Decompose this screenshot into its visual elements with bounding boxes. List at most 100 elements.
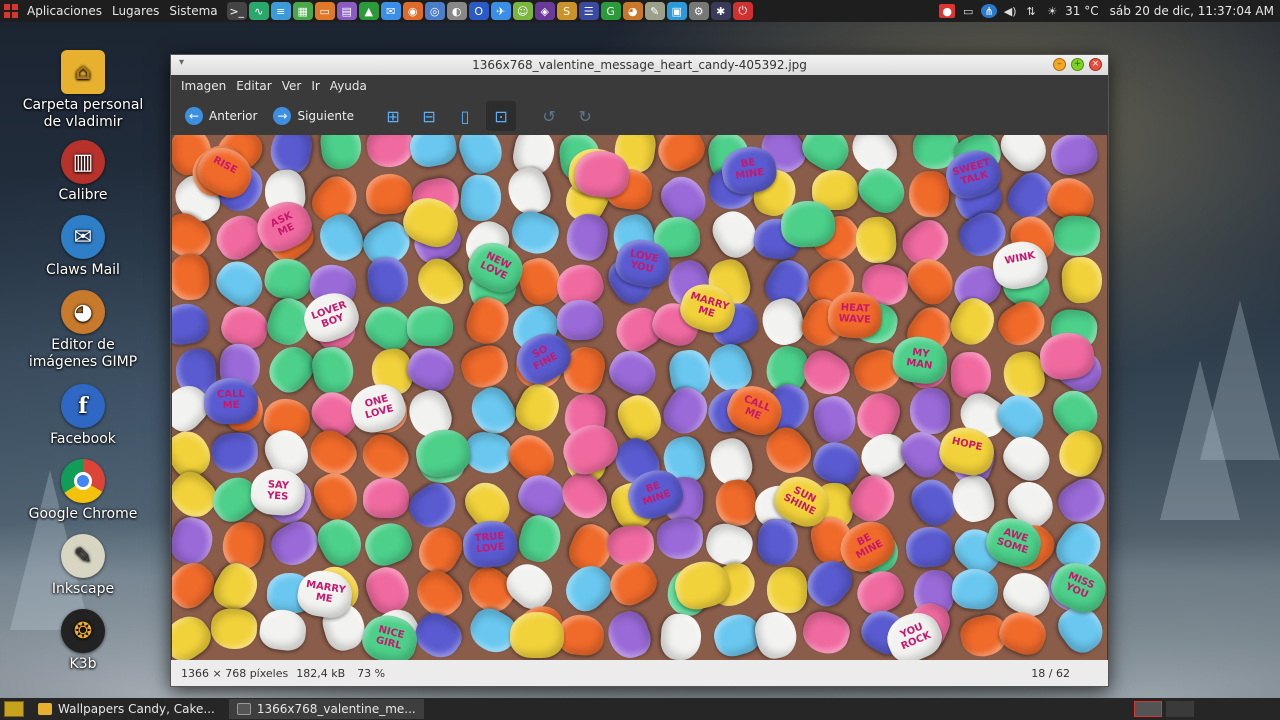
- temperature[interactable]: 31 °C: [1065, 4, 1098, 18]
- candy-heart: [172, 252, 211, 301]
- inkscape-icon[interactable]: ✎: [644, 2, 665, 20]
- show-desktop-icon[interactable]: [4, 701, 24, 717]
- firefox-icon[interactable]: ◉: [402, 2, 423, 20]
- desktop-icon-calibre[interactable]: ▥ Calibre: [18, 140, 148, 204]
- menu-ir[interactable]: Ir: [306, 79, 324, 93]
- record-icon[interactable]: ●: [939, 4, 956, 18]
- zoom-in-button[interactable]: ⊞: [378, 101, 408, 131]
- pidgin-icon[interactable]: ☺: [512, 2, 533, 20]
- zoom-out-button[interactable]: ⊟: [414, 101, 444, 131]
- display-icon[interactable]: ▭: [960, 4, 976, 18]
- tools-icon[interactable]: ✱: [710, 2, 731, 20]
- desktop-icon-google-chrome[interactable]: Google Chrome: [18, 459, 148, 523]
- screenshot-icon[interactable]: ▣: [666, 2, 687, 20]
- candy-heart: [808, 436, 866, 490]
- terminal-icon[interactable]: >_: [226, 2, 247, 20]
- desktop-icon-inkscape[interactable]: ✎ Inkscape: [18, 534, 148, 598]
- candy-heart: [766, 566, 807, 613]
- menu-ayuda[interactable]: Ayuda: [325, 79, 372, 93]
- presentation-icon[interactable]: ▭: [314, 2, 335, 20]
- candy-heart: [853, 216, 898, 265]
- claws-mail-icon: ✉: [61, 215, 105, 259]
- power-icon[interactable]: ⏻: [732, 2, 753, 20]
- document-icon[interactable]: ▤: [336, 2, 357, 20]
- gimp-icon[interactable]: ◕: [622, 2, 643, 20]
- mail-client-icon[interactable]: ✉: [380, 2, 401, 20]
- system-monitor-icon[interactable]: ∿: [248, 2, 269, 20]
- spreadsheet-icon[interactable]: ▦: [292, 2, 313, 20]
- candy-heart: [556, 299, 604, 341]
- g-app-icon[interactable]: G: [600, 2, 621, 20]
- image-canvas[interactable]: WILD LIFECALL MESWEET TALKASK MELOVE YOU…: [172, 135, 1107, 660]
- network-icon[interactable]: ⋔: [981, 4, 998, 18]
- settings-icon[interactable]: ⚙: [688, 2, 709, 20]
- normal-size-icon: ▯: [460, 106, 470, 126]
- browser-icon[interactable]: ◐: [446, 2, 467, 20]
- candy-heart: [365, 135, 415, 169]
- desktop-icon-label: Claws Mail: [46, 262, 120, 278]
- weather-icon[interactable]: ☀: [1044, 4, 1060, 18]
- image-file-size: 182,4 kB: [296, 666, 346, 680]
- window-menu-icon[interactable]: ▾: [179, 57, 184, 68]
- minimize-button[interactable]: –: [1053, 58, 1066, 71]
- window-titlebar[interactable]: ▾ 1366x768_valentine_message_heart_candy…: [171, 55, 1108, 75]
- purple-app-icon[interactable]: ◈: [534, 2, 555, 20]
- desktop-icon-claws-mail[interactable]: ✉ Claws Mail: [18, 215, 148, 279]
- desktop-icon-label: Calibre: [58, 187, 108, 203]
- facebook-icon: f: [61, 384, 105, 428]
- clock[interactable]: sáb 20 de dic, 11:37:04 AM: [1110, 4, 1274, 18]
- drive-icon[interactable]: ▲: [358, 2, 379, 20]
- zoom-in-icon: ⊞: [386, 106, 400, 126]
- transfer-icon[interactable]: ⇅: [1023, 4, 1039, 18]
- menu-imagen[interactable]: Imagen: [176, 79, 231, 93]
- candy-heart: [993, 606, 1052, 660]
- candy-heart: [459, 173, 503, 223]
- desktop-icon-gimp[interactable]: ◕ Editor de imágenes GIMP: [18, 290, 148, 371]
- image-viewer-window: ▾ 1366x768_valentine_message_heart_candy…: [170, 54, 1109, 687]
- candy-heart: [948, 471, 999, 526]
- chromium-icon[interactable]: ◎: [424, 2, 445, 20]
- image-dimensions: 1366 × 768 píxeles: [181, 666, 289, 680]
- text-editor-icon[interactable]: ≡: [270, 2, 291, 20]
- folder-icon: [38, 703, 52, 715]
- workspace-1[interactable]: [1134, 701, 1162, 717]
- desktop-icon-k3b[interactable]: ❂ K3b: [18, 609, 148, 673]
- volume-icon[interactable]: ◀): [1002, 4, 1018, 18]
- bird-icon[interactable]: ✈: [490, 2, 511, 20]
- previous-button[interactable]: ← Anterior: [179, 103, 263, 129]
- k3b-icon: ❂: [61, 609, 105, 653]
- rotate-right-button[interactable]: ↻: [570, 101, 600, 131]
- arrow-left-icon: ←: [185, 107, 203, 125]
- close-button[interactable]: ×: [1089, 58, 1102, 71]
- applications-menu-icon[interactable]: [0, 0, 22, 22]
- desktop-icon-home-folder[interactable]: ⌂ Carpeta personal de vladimir: [18, 50, 148, 131]
- menu-ver[interactable]: Ver: [277, 79, 307, 93]
- menu-lugares[interactable]: Lugares: [107, 4, 164, 18]
- window-title: 1366x768_valentine_message_heart_candy-4…: [472, 58, 807, 72]
- rotate-right-icon: ↻: [578, 106, 592, 126]
- desktop-icon-facebook[interactable]: f Facebook: [18, 384, 148, 448]
- rotate-left-button[interactable]: ↺: [534, 101, 564, 131]
- candy-heart: [656, 380, 715, 442]
- taskbar-item-file-manager[interactable]: Wallpapers Candy, Cake...: [30, 699, 223, 719]
- workspace-2[interactable]: [1166, 701, 1194, 717]
- best-fit-button[interactable]: ⊡: [486, 101, 517, 131]
- candy-heart: [1061, 256, 1104, 305]
- desktop-icon-label: Inkscape: [51, 581, 115, 597]
- menu-aplicaciones[interactable]: Aplicaciones: [22, 4, 107, 18]
- calibre-icon: ▥: [61, 140, 105, 184]
- candy-heart: [402, 476, 464, 536]
- skype-icon[interactable]: S: [556, 2, 577, 20]
- candy-heart: [553, 465, 614, 527]
- opera-icon[interactable]: O: [468, 2, 489, 20]
- taskbar-item-image-viewer[interactable]: 1366x768_valentine_me...: [228, 699, 424, 719]
- menu-editar[interactable]: Editar: [231, 79, 277, 93]
- candy-heart: [996, 428, 1058, 488]
- next-button[interactable]: → Siguiente: [267, 103, 360, 129]
- lines-icon[interactable]: ☰: [578, 2, 599, 20]
- menu-sistema[interactable]: Sistema: [164, 4, 222, 18]
- desktop-icon-label: K3b: [69, 656, 97, 672]
- maximize-button[interactable]: +: [1071, 58, 1084, 71]
- candy-heart: [603, 554, 663, 612]
- normal-size-button[interactable]: ▯: [450, 101, 480, 131]
